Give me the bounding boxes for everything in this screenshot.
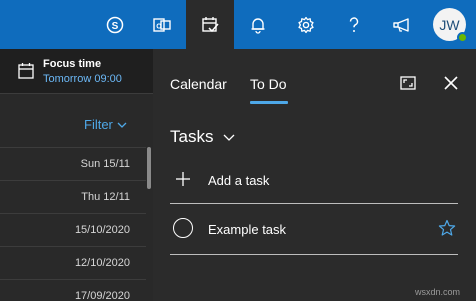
divider <box>170 203 458 204</box>
list-item[interactable]: Thu 12/11 <box>0 180 146 213</box>
left-panel: Focus time Tomorrow 09:00 Filter Sun 15/… <box>0 49 153 301</box>
star-icon[interactable] <box>438 219 456 237</box>
calendar-icon <box>18 63 34 79</box>
office-button[interactable]: O <box>138 0 186 49</box>
close-button[interactable] <box>441 73 461 93</box>
notifications-button[interactable] <box>234 0 282 49</box>
chevron-down-icon <box>117 122 127 128</box>
task-item[interactable]: Example task <box>170 213 460 249</box>
expand-icon <box>400 76 416 90</box>
filter-label: Filter <box>84 117 113 132</box>
list-item-date: 12/10/2020 <box>74 257 130 269</box>
task-list-title: Tasks <box>170 127 214 146</box>
bell-icon <box>251 17 265 34</box>
office-icon: O <box>153 17 171 32</box>
settings-button[interactable] <box>282 0 330 49</box>
watermark: wsxdn.com <box>415 287 461 297</box>
list-item-date: 17/09/2020 <box>74 290 130 301</box>
list-item-date: Thu 12/11 <box>81 191 130 203</box>
expand-button[interactable] <box>398 73 418 93</box>
active-tab-indicator <box>250 101 288 104</box>
feedback-button[interactable] <box>378 0 426 49</box>
task-title: Example task <box>208 222 287 237</box>
skype-button[interactable]: S <box>91 0 139 49</box>
focus-time-item[interactable]: Focus time Tomorrow 09:00 <box>0 49 153 94</box>
tab-calendar[interactable]: Calendar <box>170 76 227 92</box>
list-item-date: 15/10/2020 <box>74 224 130 236</box>
skype-icon: S <box>106 16 124 33</box>
close-icon <box>444 76 458 90</box>
tab-to-do[interactable]: To Do <box>250 76 287 92</box>
list-item[interactable]: 12/10/2020 <box>0 246 146 279</box>
gear-icon <box>298 16 314 33</box>
focus-time-when: Tomorrow 09:00 <box>43 73 122 85</box>
task-list-selector[interactable]: Tasks <box>170 127 235 147</box>
svg-text:S: S <box>112 21 119 32</box>
list-item[interactable]: Sun 15/11 <box>0 147 146 180</box>
list-item[interactable]: 17/09/2020 <box>0 279 146 301</box>
question-icon <box>349 16 359 32</box>
add-task-button[interactable]: Add a task <box>170 168 460 202</box>
focus-time-title: Focus time <box>43 58 102 70</box>
add-task-label: Add a task <box>208 173 270 188</box>
divider <box>170 254 458 255</box>
my-day-pane: Calendar To Do Tasks Add a task Example … <box>153 49 476 301</box>
presence-indicator <box>457 32 468 43</box>
svg-text:O: O <box>156 23 162 30</box>
filter-button[interactable]: Filter <box>84 117 127 132</box>
my-day-button[interactable] <box>186 0 234 49</box>
plus-icon <box>176 172 190 186</box>
avatar-initials: JW <box>439 16 460 33</box>
help-button[interactable] <box>330 0 378 49</box>
megaphone-icon <box>393 17 409 32</box>
chevron-down-icon <box>224 134 235 141</box>
list-item-date: Sun 15/11 <box>80 158 130 170</box>
complete-task-checkbox[interactable] <box>173 218 193 238</box>
list-item[interactable]: 15/10/2020 <box>0 213 146 246</box>
calendar-check-icon <box>202 16 219 32</box>
scrollbar[interactable] <box>147 147 151 189</box>
top-bar: S O JW <box>0 0 476 49</box>
